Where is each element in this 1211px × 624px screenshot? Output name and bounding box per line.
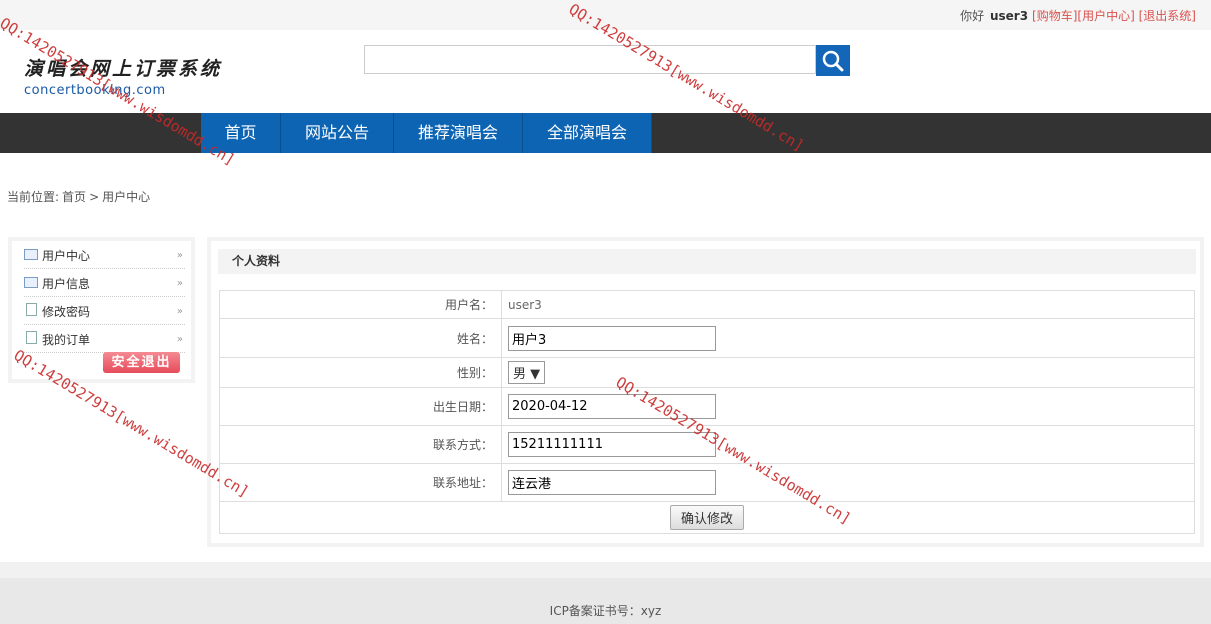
- form-row: 确认修改: [219, 501, 1195, 534]
- gender-select[interactable]: 男 ▼: [508, 361, 546, 384]
- footer: ICP备案证书号：xyz: [0, 562, 1211, 624]
- sidebar-item-label: 用户中心: [42, 249, 91, 263]
- search-bar: [364, 45, 850, 76]
- logo-cn: 演唱会网上订票系统: [24, 58, 223, 80]
- chevron-right-icon: »: [176, 250, 183, 261]
- user-center-link[interactable]: [用户中心]: [1077, 9, 1134, 23]
- site-logo[interactable]: 演唱会网上订票系统 concertbooking.com: [24, 54, 222, 98]
- username-label: 用户名：: [219, 290, 502, 319]
- breadcrumb-prefix: 当前位置:: [7, 190, 60, 204]
- cart-link[interactable]: [购物车]: [1032, 9, 1077, 23]
- top-bar: 你好 user3 [购物车][用户中心] [退出系统]: [0, 0, 1211, 30]
- form-row: 姓名：: [219, 318, 1195, 358]
- username: user3: [989, 9, 1029, 23]
- breadcrumb-home[interactable]: 首页: [62, 190, 86, 204]
- sidebar-item-user-center[interactable]: 用户中心 »: [24, 241, 185, 269]
- chevron-right-icon: »: [176, 334, 183, 345]
- chevron-right-icon: »: [176, 306, 183, 317]
- search-icon: [822, 50, 844, 71]
- sidebar-item-label: 修改密码: [42, 305, 91, 319]
- form-row: 联系方式：: [219, 425, 1195, 464]
- header: 演唱会网上订票系统 concertbooking.com: [0, 30, 1211, 113]
- search-input[interactable]: [364, 45, 816, 74]
- user-card-icon: [24, 277, 38, 288]
- sidebar-item-label: 用户信息: [42, 277, 91, 291]
- form-row: 用户名： user3: [219, 290, 1195, 319]
- breadcrumb-separator: >: [89, 190, 100, 204]
- sidebar-item-my-orders[interactable]: 我的订单 »: [24, 325, 185, 353]
- search-button[interactable]: [816, 45, 850, 76]
- breadcrumb-current: 用户中心: [102, 190, 151, 204]
- panel-title: 个人资料: [218, 249, 1196, 274]
- user-card-icon: [24, 249, 38, 260]
- user-links: 你好 user3 [购物车][用户中心] [退出系统]: [960, 7, 1196, 24]
- birth-label: 出生日期：: [219, 387, 502, 426]
- name-input[interactable]: [508, 325, 716, 351]
- form-row: 联系地址：: [219, 463, 1195, 502]
- gender-label: 性别：: [219, 357, 502, 388]
- logout-link[interactable]: [退出系统]: [1139, 9, 1196, 23]
- nav-all-concerts[interactable]: 全部演唱会: [523, 113, 652, 153]
- phone-input[interactable]: [508, 432, 716, 457]
- main-nav: 首页 网站公告 推荐演唱会 全部演唱会: [0, 113, 1211, 153]
- sidebar-item-label: 我的订单: [42, 333, 91, 347]
- confirm-edit-button[interactable]: 确认修改: [669, 505, 744, 530]
- nav-announcements[interactable]: 网站公告: [281, 113, 394, 153]
- gender-value: 男: [513, 367, 527, 382]
- chevron-right-icon: »: [176, 278, 183, 289]
- document-icon: [26, 331, 37, 344]
- sidebar-item-change-password[interactable]: 修改密码 »: [24, 297, 185, 325]
- logo-en: concertbooking.com: [24, 83, 166, 98]
- profile-panel: 个人资料 用户名： user3 姓名： 性别： 男 ▼ 出生日期： 联系方式： …: [207, 237, 1204, 547]
- nav-recommended[interactable]: 推荐演唱会: [394, 113, 523, 153]
- icp-text: ICP备案证书号：xyz: [549, 604, 662, 618]
- dropdown-arrow-icon: ▼: [530, 367, 541, 382]
- phone-label: 联系方式：: [219, 425, 502, 464]
- address-label: 联系地址：: [219, 463, 502, 502]
- safe-logout-button[interactable]: 安全退出: [103, 352, 180, 373]
- breadcrumb: 当前位置: 首页 > 用户中心: [7, 188, 153, 205]
- greeting: 你好: [960, 9, 985, 23]
- form-row: 性别： 男 ▼: [219, 357, 1195, 388]
- name-label: 姓名：: [219, 318, 502, 358]
- address-input[interactable]: [508, 470, 716, 495]
- form-row: 出生日期：: [219, 387, 1195, 426]
- birth-date-input[interactable]: [508, 394, 716, 419]
- profile-form: 用户名： user3 姓名： 性别： 男 ▼ 出生日期： 联系方式： 联系地址：…: [219, 290, 1195, 534]
- nav-home[interactable]: 首页: [201, 113, 281, 153]
- sidebar-item-user-info[interactable]: 用户信息 »: [24, 269, 185, 297]
- document-icon: [26, 303, 37, 316]
- username-value: user3: [501, 290, 1195, 319]
